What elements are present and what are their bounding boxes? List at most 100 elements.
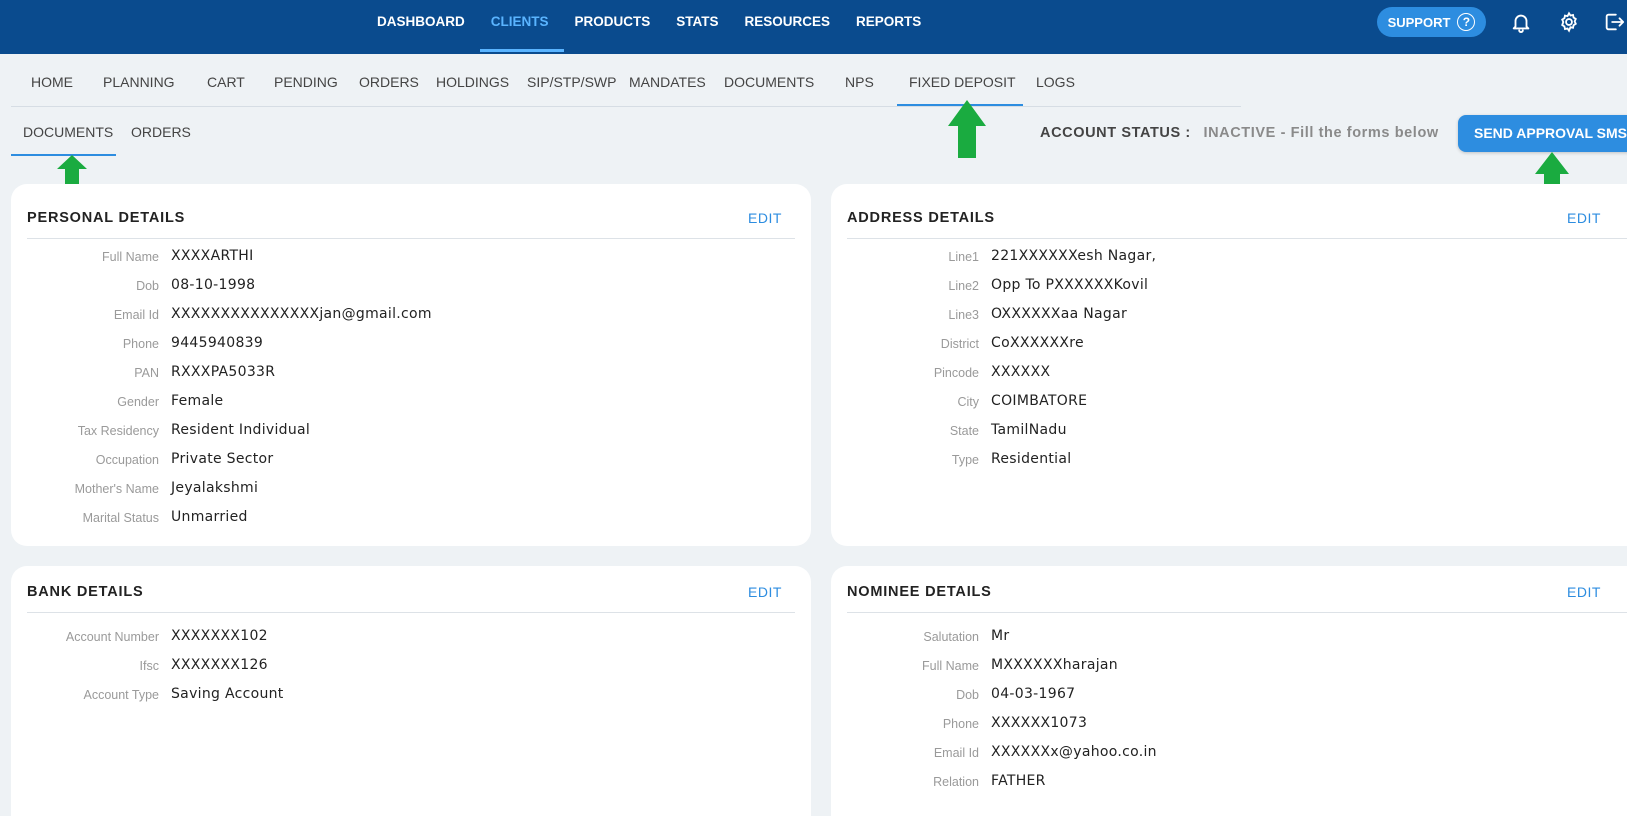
bank-edit-button[interactable]: EDIT: [748, 584, 782, 600]
subnav-mandates[interactable]: MANDATES: [629, 74, 706, 90]
field-value: Mr: [991, 628, 1010, 644]
detail-row: PAN RXXXPA5033R: [11, 362, 611, 390]
detail-row: Line3 OXXXXXXaa Nagar: [831, 304, 1431, 332]
subnav-cart[interactable]: CART: [207, 74, 245, 90]
subnav-fixed-deposit[interactable]: FIXED DEPOSIT: [909, 74, 1016, 90]
field-value: FATHER: [991, 773, 1046, 789]
tab-orders[interactable]: ORDERS: [131, 124, 191, 140]
detail-row: District CoXXXXXXre: [831, 333, 1431, 361]
bank-details-card: BANK DETAILS EDIT Account Number XXXXXXX1…: [11, 566, 811, 816]
detail-row: Occupation Private Sector: [11, 449, 611, 477]
detail-row: Marital Status Unmarried: [11, 507, 611, 535]
tab-documents[interactable]: DOCUMENTS: [23, 124, 113, 140]
account-status: ACCOUNT STATUS : INACTIVE - Fill the for…: [1040, 125, 1439, 141]
field-label: Gender: [117, 395, 159, 409]
client-subnav: HOME PLANNING CART PENDING ORDERS HOLDIN…: [11, 66, 1241, 107]
bell-icon[interactable]: [1510, 11, 1532, 33]
nominee-details-title: NOMINEE DETAILS: [847, 584, 992, 600]
account-status-label: ACCOUNT STATUS :: [1040, 125, 1191, 141]
nav-stats[interactable]: STATS: [676, 0, 718, 54]
field-label: Dob: [956, 688, 979, 702]
field-value: XXXXXXX126: [171, 657, 268, 673]
subnav-home[interactable]: HOME: [31, 74, 73, 90]
logout-icon[interactable]: [1603, 11, 1625, 33]
detail-row: Tax Residency Resident Individual: [11, 420, 611, 448]
send-approval-sms-button[interactable]: SEND APPROVAL SMS: [1458, 115, 1627, 152]
field-value: Unmarried: [171, 509, 248, 525]
field-label: Ifsc: [139, 659, 159, 673]
nav-clients[interactable]: CLIENTS: [479, 0, 564, 54]
field-label: Phone: [942, 717, 979, 731]
nav-products[interactable]: PRODUCTS: [575, 0, 651, 54]
personal-edit-button[interactable]: EDIT: [748, 210, 782, 226]
field-label: State: [949, 424, 979, 438]
field-label: Full Name: [102, 250, 159, 264]
nav-reports[interactable]: REPORTS: [856, 0, 921, 54]
subnav-nps[interactable]: NPS: [845, 74, 874, 90]
question-circle-icon: ?: [1457, 13, 1476, 31]
main-nav: DASHBOARD CLIENTS PRODUCTS STATS RESOURC…: [377, 0, 947, 54]
detail-row: Type Residential: [831, 449, 1431, 477]
detail-row: Gender Female: [11, 391, 611, 419]
detail-row: Relation FATHER: [831, 771, 1431, 799]
field-value: XXXXXX: [991, 364, 1051, 380]
field-label: Line1: [948, 250, 979, 264]
nominee-details-card: NOMINEE DETAILS EDIT Salutation Mr Full N…: [831, 566, 1627, 816]
detail-row: Ifsc XXXXXXX126: [11, 655, 611, 683]
subnav-documents[interactable]: DOCUMENTS: [724, 74, 814, 90]
bank-details-title: BANK DETAILS: [27, 584, 144, 600]
field-label: Account Type: [83, 688, 159, 702]
detail-row: Line1 221XXXXXXesh Nagar,: [831, 246, 1431, 274]
divider: [847, 238, 1627, 239]
detail-row: Account Type Saving Account: [11, 684, 611, 712]
account-status-value: INACTIVE - Fill the forms below: [1203, 125, 1439, 141]
field-value: CoXXXXXXre: [991, 335, 1084, 351]
arrow-up-icon: [948, 100, 986, 158]
field-label: District: [940, 337, 979, 351]
field-label: Email Id: [933, 746, 979, 760]
field-value: 04-03-1967: [991, 686, 1076, 702]
detail-row: Salutation Mr: [831, 626, 1431, 654]
field-label: Marital Status: [82, 511, 159, 525]
address-edit-button[interactable]: EDIT: [1567, 210, 1601, 226]
arrow-up-icon: [57, 155, 87, 185]
top-navbar: DASHBOARD CLIENTS PRODUCTS STATS RESOURC…: [0, 0, 1627, 54]
detail-row: Mother's Name Jeyalakshmi: [11, 478, 611, 506]
field-value: XXXXXX1073: [991, 715, 1088, 731]
detail-row: Phone XXXXXX1073: [831, 713, 1431, 741]
subnav-holdings[interactable]: HOLDINGS: [436, 74, 509, 90]
personal-details-title: PERSONAL DETAILS: [27, 210, 186, 226]
nav-resources[interactable]: RESOURCES: [745, 0, 831, 54]
detail-row: Dob 04-03-1967: [831, 684, 1431, 712]
divider: [847, 612, 1627, 613]
field-label: Type: [951, 453, 979, 467]
detail-row: City COIMBATORE: [831, 391, 1431, 419]
detail-row: Email Id XXXXXXXXXXXXXXXjan@gmail.com: [11, 304, 611, 332]
field-label: Account Number: [65, 630, 159, 644]
field-label: Mother's Name: [74, 482, 159, 496]
field-label: City: [957, 395, 979, 409]
personal-details-card: PERSONAL DETAILS EDIT Full Name XXXXARTHI…: [11, 184, 811, 546]
field-value: Residential: [991, 451, 1072, 467]
document-tabs: DOCUMENTS ORDERS: [11, 118, 191, 156]
field-value: MXXXXXXharajan: [991, 657, 1118, 673]
field-value: COIMBATORE: [991, 393, 1088, 409]
gear-icon[interactable]: [1558, 11, 1580, 33]
subnav-pending[interactable]: PENDING: [274, 74, 338, 90]
subnav-orders[interactable]: ORDERS: [359, 74, 419, 90]
field-label: Email Id: [113, 308, 159, 322]
support-label: SUPPORT: [1387, 14, 1451, 30]
subnav-planning[interactable]: PLANNING: [103, 74, 175, 90]
subnav-logs[interactable]: LOGS: [1036, 74, 1075, 90]
field-value: OXXXXXXaa Nagar: [991, 306, 1128, 322]
nav-dashboard[interactable]: DASHBOARD: [377, 0, 465, 54]
field-label: Full Name: [922, 659, 979, 673]
field-value: Private Sector: [171, 451, 274, 467]
detail-row: Email Id XXXXXXx@yahoo.co.in: [831, 742, 1431, 770]
support-button[interactable]: SUPPORT ?: [1377, 7, 1486, 37]
subnav-sip-stp-swp[interactable]: SIP/STP/SWP: [527, 74, 616, 90]
field-value: RXXXPA5033R: [171, 364, 276, 380]
field-label: Line2: [948, 279, 979, 293]
field-value: 08-10-1998: [171, 277, 256, 293]
nominee-edit-button[interactable]: EDIT: [1567, 584, 1601, 600]
